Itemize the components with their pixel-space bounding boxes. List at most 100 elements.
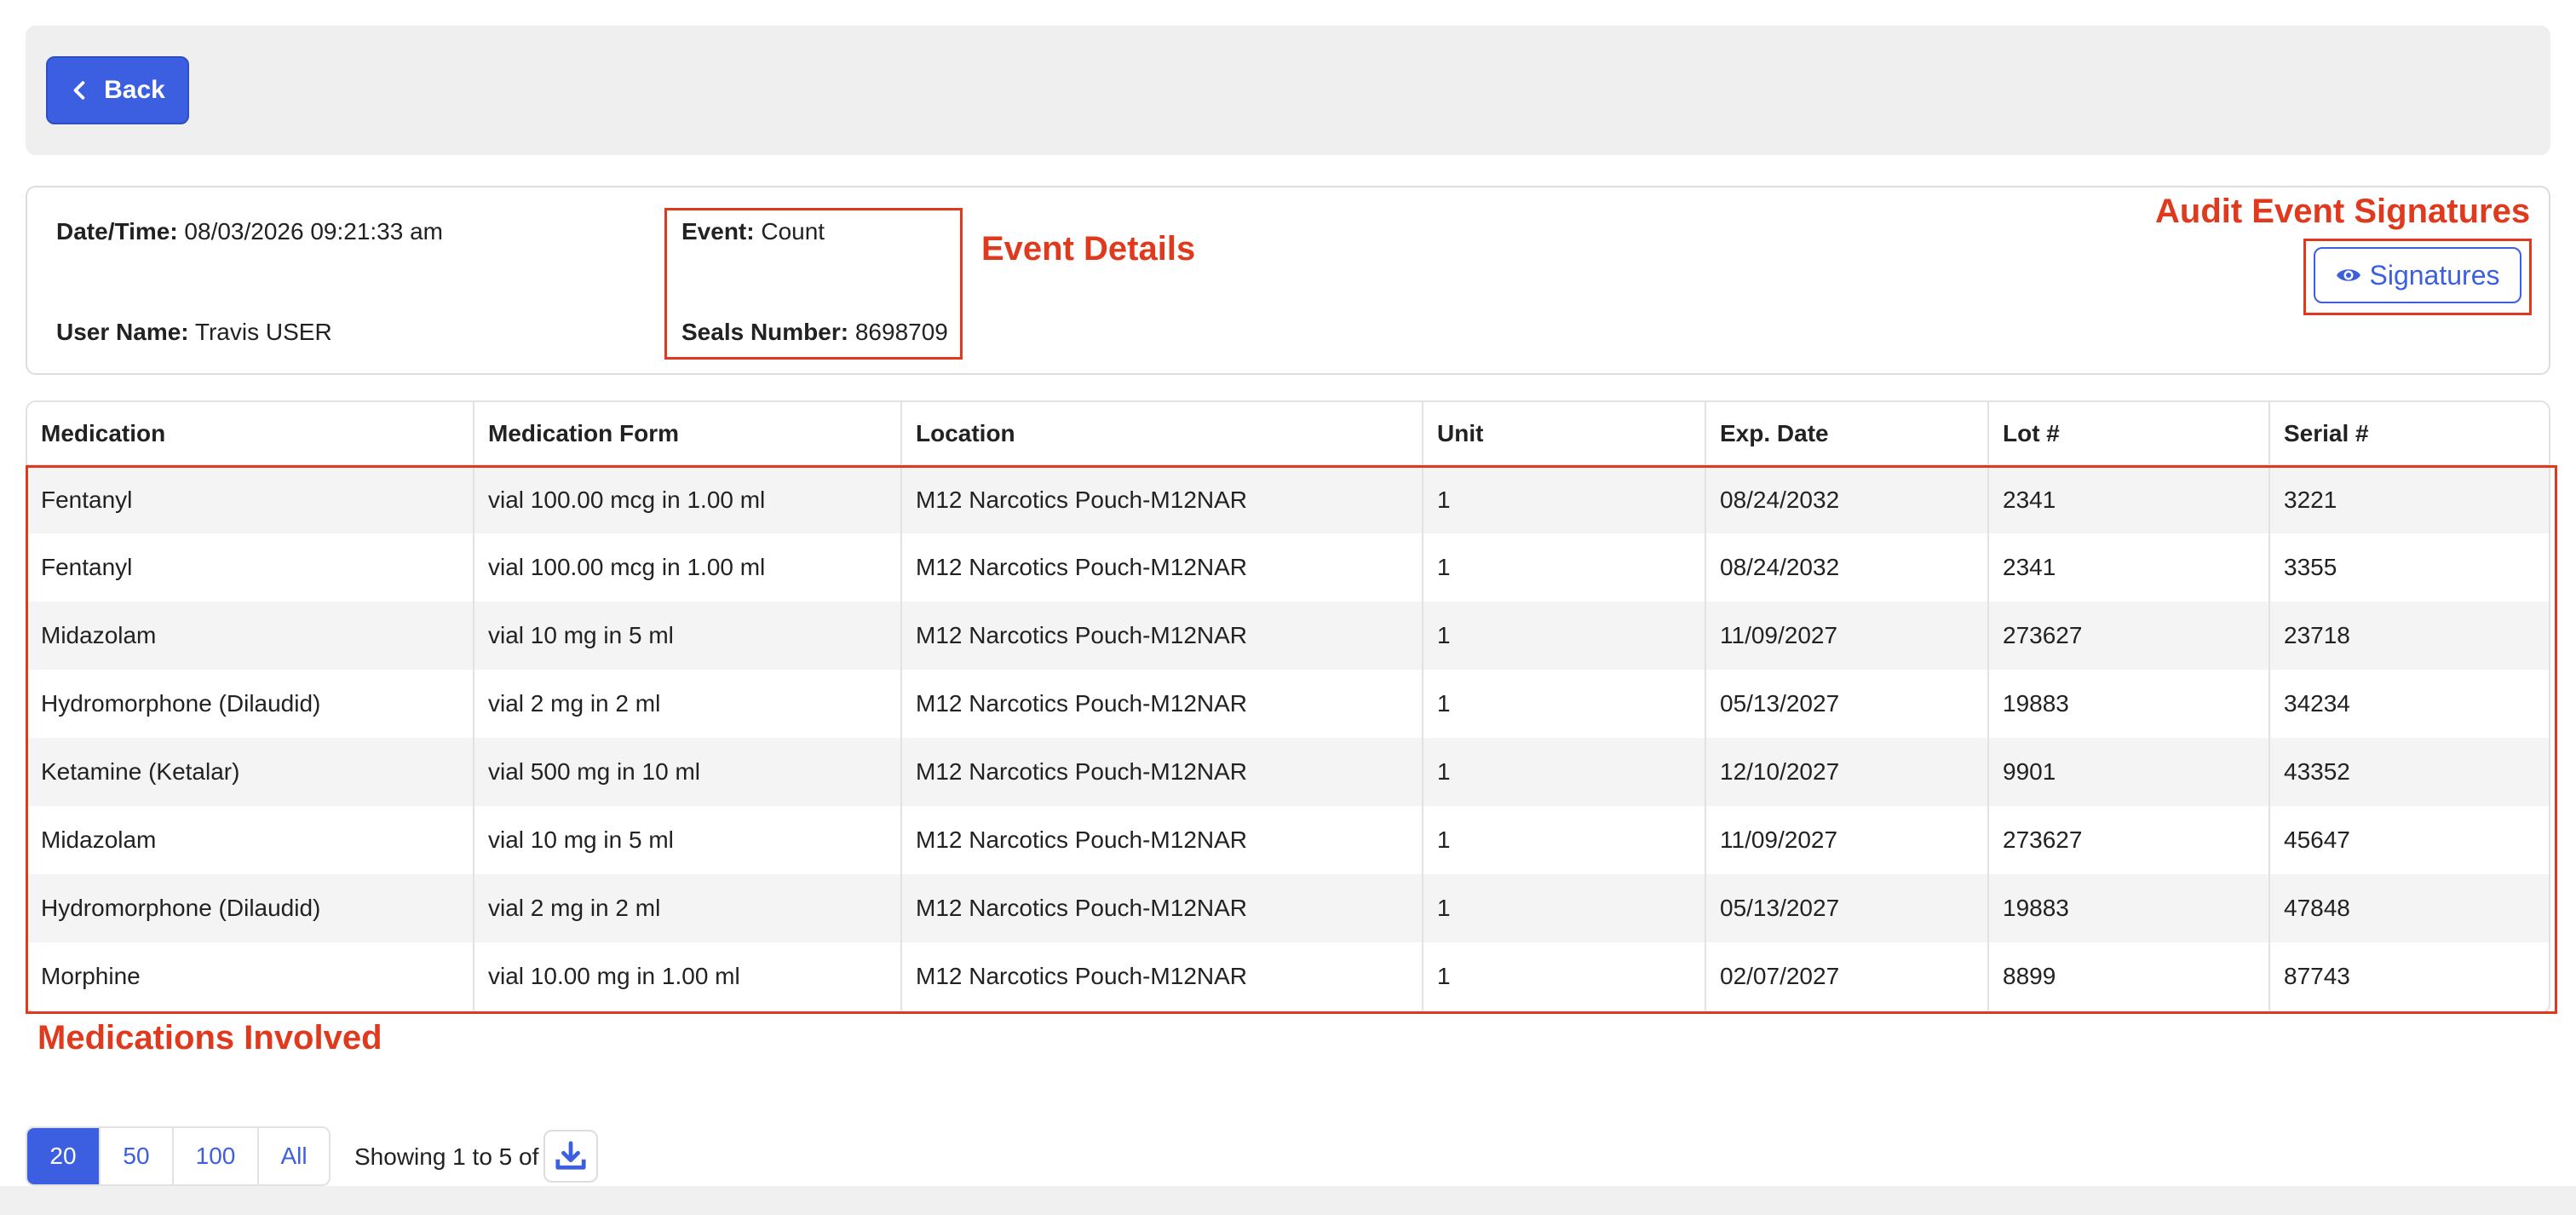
cell-serial: 47848	[2268, 874, 2549, 942]
cell-lot: 273627	[1987, 602, 2269, 670]
cell-location: M12 Narcotics Pouch-M12NAR	[900, 533, 1423, 602]
back-button[interactable]: Back	[46, 56, 189, 124]
cell-serial: 45647	[2268, 806, 2549, 874]
seals-number-value: 8698709	[854, 319, 948, 345]
cell-unit: 1	[1422, 533, 1705, 602]
cell-lot: 273627	[1987, 806, 2269, 874]
cell-exp-date: 12/10/2027	[1705, 738, 1988, 806]
download-button[interactable]	[543, 1130, 598, 1183]
cell-unit: 1	[1422, 806, 1705, 874]
cell-unit: 1	[1422, 738, 1705, 806]
cell-lot: 19883	[1987, 874, 2269, 942]
signatures-button-label: Signatures	[2369, 259, 2500, 291]
cell-unit: 1	[1422, 670, 1705, 738]
cell-location: M12 Narcotics Pouch-M12NAR	[900, 670, 1423, 738]
cell-medication-form: vial 2 mg in 2 ml	[473, 874, 901, 942]
column-header-exp-date[interactable]: Exp. Date	[1705, 402, 1988, 466]
cell-location: M12 Narcotics Pouch-M12NAR	[900, 942, 1423, 1011]
cell-exp-date: 05/13/2027	[1705, 874, 1988, 942]
medications-table: Medication Medication Form Location Unit…	[26, 400, 2550, 1014]
event-label: Event:	[681, 218, 755, 245]
cell-unit: 1	[1422, 465, 1705, 533]
table-row[interactable]: Fentanyl vial 100.00 mcg in 1.00 ml M12 …	[27, 533, 2549, 602]
column-header-medication[interactable]: Medication	[27, 402, 474, 466]
cell-serial: 3355	[2268, 533, 2549, 602]
eye-icon	[2336, 269, 2360, 281]
page-size-all[interactable]: All	[257, 1128, 329, 1184]
signatures-button[interactable]: Signatures	[2314, 247, 2521, 303]
column-header-serial[interactable]: Serial #	[2268, 402, 2549, 466]
cell-medication-form: vial 2 mg in 2 ml	[473, 670, 901, 738]
page-size-selector: 20 50 100 All	[26, 1126, 331, 1186]
cell-medication: Fentanyl	[27, 533, 474, 602]
footer-strip	[0, 1186, 2576, 1215]
cell-serial: 87743	[2268, 942, 2549, 1011]
event-details-annotation: Event Details	[981, 230, 1196, 268]
cell-location: M12 Narcotics Pouch-M12NAR	[900, 874, 1423, 942]
cell-medication: Ketamine (Ketalar)	[27, 738, 474, 806]
cell-serial: 34234	[2268, 670, 2549, 738]
cell-serial: 3221	[2268, 465, 2549, 533]
cell-serial: 23718	[2268, 602, 2549, 670]
cell-medication-form: vial 10 mg in 5 ml	[473, 602, 901, 670]
cell-exp-date: 11/09/2027	[1705, 806, 1988, 874]
cell-exp-date: 11/09/2027	[1705, 602, 1988, 670]
cell-unit: 1	[1422, 602, 1705, 670]
date-time-value: 08/03/2026 09:21:33 am	[184, 218, 444, 245]
cell-medication-form: vial 100.00 mcg in 1.00 ml	[473, 465, 901, 533]
column-header-medication-form[interactable]: Medication Form	[473, 402, 901, 466]
chevron-left-icon	[73, 81, 85, 100]
table-row[interactable]: Midazolam vial 10 mg in 5 ml M12 Narcoti…	[27, 806, 2549, 874]
seals-number-label: Seals Number:	[681, 319, 849, 345]
cell-exp-date: 02/07/2027	[1705, 942, 1988, 1011]
event-value: Count	[761, 218, 825, 245]
cell-medication-form: vial 10 mg in 5 ml	[473, 806, 901, 874]
user-name-label: User Name:	[56, 319, 189, 345]
cell-exp-date: 05/13/2027	[1705, 670, 1988, 738]
seals-number-field: Seals Number: 8698709	[681, 319, 948, 346]
column-header-unit[interactable]: Unit	[1422, 402, 1705, 466]
cell-lot: 2341	[1987, 465, 2269, 533]
column-header-location[interactable]: Location	[900, 402, 1423, 466]
user-name-value: Travis USER	[194, 319, 332, 345]
event-details-panel: Date/Time: 08/03/2026 09:21:33 am User N…	[26, 186, 2550, 375]
page-size-100[interactable]: 100	[172, 1128, 257, 1184]
user-name-field: User Name: Travis USER	[56, 319, 332, 346]
cell-lot: 19883	[1987, 670, 2269, 738]
cell-serial: 43352	[2268, 738, 2549, 806]
cell-lot: 9901	[1987, 738, 2269, 806]
cell-medication: Morphine	[27, 942, 474, 1011]
date-time-label: Date/Time:	[56, 218, 178, 245]
cell-unit: 1	[1422, 942, 1705, 1011]
cell-medication: Fentanyl	[27, 465, 474, 533]
back-button-label: Back	[104, 76, 165, 104]
cell-medication: Midazolam	[27, 602, 474, 670]
cell-medication-form: vial 100.00 mcg in 1.00 ml	[473, 533, 901, 602]
table-row[interactable]: Hydromorphone (Dilaudid) vial 2 mg in 2 …	[27, 670, 2549, 738]
cell-exp-date: 08/24/2032	[1705, 465, 1988, 533]
table-row[interactable]: Midazolam vial 10 mg in 5 ml M12 Narcoti…	[27, 602, 2549, 670]
date-time-field: Date/Time: 08/03/2026 09:21:33 am	[56, 218, 443, 245]
showing-count-text: Showing 1 to 5 of 5	[354, 1143, 559, 1170]
table-row[interactable]: Fentanyl vial 100.00 mcg in 1.00 ml M12 …	[27, 465, 2549, 533]
medications-involved-annotation: Medications Involved	[37, 1019, 382, 1057]
cell-medication: Hydromorphone (Dilaudid)	[27, 874, 474, 942]
cell-exp-date: 08/24/2032	[1705, 533, 1988, 602]
column-header-lot[interactable]: Lot #	[1987, 402, 2269, 466]
cell-location: M12 Narcotics Pouch-M12NAR	[900, 806, 1423, 874]
top-bar: Back	[26, 26, 2550, 155]
page-size-20[interactable]: 20	[27, 1128, 99, 1184]
audit-signatures-annotation: Audit Event Signatures	[2155, 193, 2531, 230]
table-row[interactable]: Ketamine (Ketalar) vial 500 mg in 10 ml …	[27, 738, 2549, 806]
table-row[interactable]: Morphine vial 10.00 mg in 1.00 ml M12 Na…	[27, 942, 2549, 1011]
table-row[interactable]: Hydromorphone (Dilaudid) vial 2 mg in 2 …	[27, 874, 2549, 942]
cell-lot: 2341	[1987, 533, 2269, 602]
cell-medication-form: vial 500 mg in 10 ml	[473, 738, 901, 806]
download-icon	[555, 1141, 586, 1170]
cell-unit: 1	[1422, 874, 1705, 942]
page-size-50[interactable]: 50	[99, 1128, 172, 1184]
cell-location: M12 Narcotics Pouch-M12NAR	[900, 738, 1423, 806]
cell-medication-form: vial 10.00 mg in 1.00 ml	[473, 942, 901, 1011]
event-field: Event: Count	[681, 218, 825, 245]
cell-location: M12 Narcotics Pouch-M12NAR	[900, 465, 1423, 533]
